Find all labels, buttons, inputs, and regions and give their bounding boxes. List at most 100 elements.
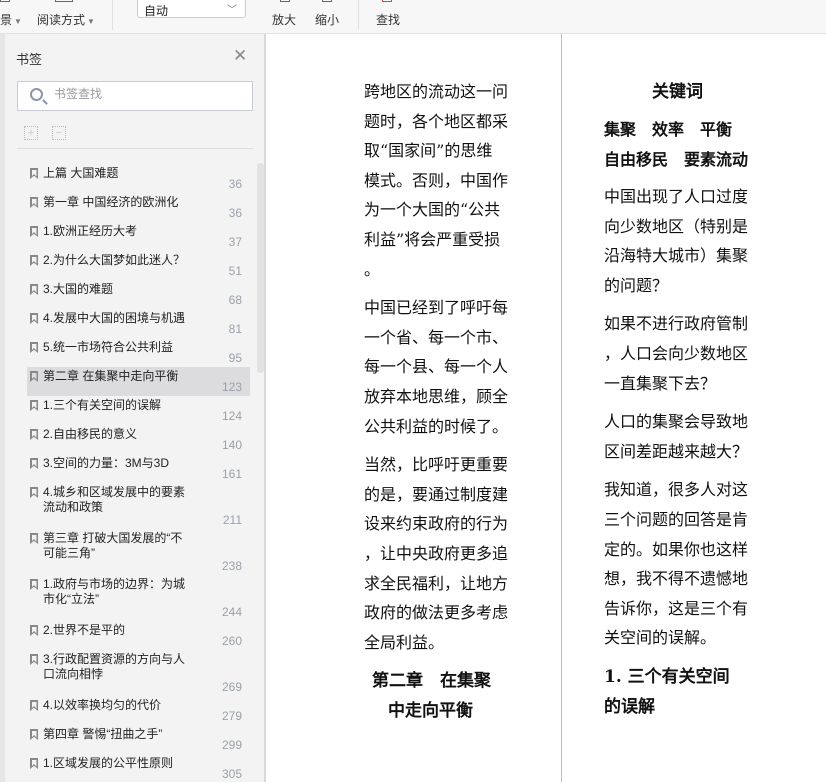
keyword-line: 集聚 效率 平衡 [604, 120, 733, 139]
bookmark-page: 161 [221, 467, 242, 481]
text-line: 全局利益。 [364, 632, 445, 652]
zoom-in-icon [280, 0, 290, 2]
bookmark-label: 2.自由移民的意义 [43, 427, 138, 441]
bookmark-item[interactable]: 4.以效率换均匀的代价 279 [27, 696, 250, 725]
bookmark-item[interactable]: 1.政府与市场的边界：为城市化“立法” 244 [27, 575, 250, 621]
text-line: 为一个大国的“公共 [364, 200, 501, 220]
bookmark-label: 1.三个有关空间的误解 [43, 398, 162, 412]
search-icon [382, 0, 392, 2]
bookmark-page: 238 [221, 559, 242, 573]
zoom-in-button[interactable]: 放大 [272, 11, 296, 28]
text-line: 一直集聚下去？ [604, 373, 717, 393]
bookmark-icon [30, 533, 38, 544]
bookmark-label: 4.以效率换均匀的代价 [43, 698, 162, 712]
chapter-heading: 中走向平衡 [388, 701, 473, 722]
close-icon[interactable]: ✕ [233, 46, 247, 66]
bookmark-item[interactable]: 4.发展中大国的困境与机遇 81 [27, 309, 250, 338]
expand-all-icon[interactable]: + [24, 126, 38, 140]
bookmark-page: 37 [228, 235, 242, 249]
bookmark-icon [30, 226, 38, 237]
reading-mode-icon [55, 0, 73, 2]
bookmark-item[interactable]: 3.空间的力量：3M与3D 161 [27, 454, 250, 483]
text-line: 想，我不得不遗憾地 [604, 569, 749, 589]
bookmark-item[interactable]: 1.区域发展的公平性原则 305 [27, 754, 250, 783]
bookmark-label: 上篇 大国难题 [43, 166, 119, 180]
bookmark-label: 3.空间的力量：3M与3D [43, 456, 170, 470]
bookmark-page: 299 [221, 738, 242, 752]
bookmark-search[interactable] [17, 81, 253, 111]
bookmark-label: 第四章 警惕“扭曲之手” [43, 727, 163, 741]
text-line: 设来约束政府的行为 [364, 514, 509, 534]
paragraph: 中国出现了人口过度 向少数地区（特别是 沿海特大城市）集聚 的问题？ [604, 182, 748, 300]
bookmark-item[interactable]: 2.为什么大国梦如此迷人？ 51 [27, 251, 250, 280]
text-line: 放弃本地思维，顾全 [364, 386, 509, 406]
bookmark-item[interactable]: 第一章 中国经济的欧洲化 36 [27, 193, 250, 222]
reading-mode-menu[interactable]: 阅读方式 ▼ [37, 11, 95, 28]
chevron-down-icon: ﹀ [227, 5, 237, 16]
text-line: 人口的集聚会导致地 [604, 412, 749, 432]
text-line: 的问题？ [604, 275, 669, 295]
text-line: 我知道，很多人对这 [604, 480, 749, 500]
zoom-select[interactable]: 自动 ﹀ [137, 0, 246, 18]
view-menu[interactable]: 景 ▼ [0, 11, 22, 28]
bookmark-page: 81 [228, 322, 242, 336]
bookmark-icon [30, 371, 38, 382]
view-label: 景 [0, 13, 13, 27]
bookmark-item[interactable]: 5.统一市场符合公共利益 95 [27, 338, 250, 367]
bookmark-page: 305 [221, 767, 242, 781]
collapse-all-icon[interactable]: − [52, 126, 66, 140]
bookmark-icon [30, 458, 38, 469]
bookmark-page: 124 [221, 409, 242, 423]
reading-mode-label: 阅读方式 [37, 13, 86, 27]
toolbar-divider [112, 0, 113, 30]
bookmark-item[interactable]: 1.欧洲正经历大考 37 [27, 222, 250, 251]
bookmark-label: 4.城乡和区域发展中的要素流动和政策 [43, 485, 186, 514]
bookmark-icon [30, 758, 38, 769]
text-line: 公共利益的时候了。 [364, 416, 509, 436]
bookmark-icon [30, 400, 38, 411]
paragraph: 我知道，很多人对这 三个问题的回答是肯 定的。如果你也这样 想，我不得不遗憾地 告诉你，… [604, 475, 748, 653]
paragraph: 中国已经到了呼吁每 一个省、每一个市、 每一个县、每一个人 放弃本地思维，顾全 公共利益… [364, 293, 508, 441]
text-line: 如果不进行政府管制 [604, 314, 749, 334]
bookmark-page: 51 [228, 264, 242, 278]
bookmark-item[interactable]: 4.城乡和区域发展中的要素流动和政策 211 [27, 483, 250, 529]
sidebar-title: 书签 [16, 52, 43, 67]
caret-down-icon: ▼ [14, 17, 22, 26]
text-line: 沿海特大城市）集聚 [604, 246, 749, 266]
bookmark-label: 3.大国的难题 [43, 282, 114, 296]
bookmark-label: 1.区域发展的公平性原则 [43, 756, 174, 770]
bookmark-item[interactable]: 3.大国的难题 68 [27, 280, 250, 309]
bookmark-icon [30, 487, 38, 498]
bookmark-search-input[interactable] [54, 87, 244, 101]
document-view: 跨地区的流动这一问 题时，各个地区都采 取“国家间”的思维 模式。否则，中国作 为一个大… [268, 34, 826, 782]
bookmark-item[interactable]: 第三章 打破大国发展的“不可能三角” 238 [27, 529, 250, 575]
keywords-title: 关键词 [652, 82, 703, 102]
text-line: 向少数地区（特别是 [604, 216, 749, 236]
bookmark-item[interactable]: 3.行政配置资源的方向与人口流向相悖 269 [27, 650, 250, 696]
bookmark-label: 第二章 在集聚中走向平衡 [43, 369, 179, 383]
view-icon[interactable] [0, 0, 10, 2]
bookmark-item[interactable]: 1.三个有关空间的误解 124 [27, 396, 250, 425]
paragraph: 如果不进行政府管制 ，人口会向少数地区 一直集聚下去？ [604, 309, 748, 398]
bookmark-icon [30, 625, 38, 636]
scrollbar[interactable] [257, 163, 264, 373]
bookmark-page: 36 [228, 177, 242, 191]
bookmark-item[interactable]: 第四章 警惕“扭曲之手” 299 [27, 725, 250, 754]
bookmark-list: 上篇 大国难题 36 第一章 中国经济的欧洲化 36 1.欧洲正经历大考 37 2.为什么大… [27, 164, 250, 783]
bookmark-sidebar: 书签 ✕ + − 上篇 大国难题 36 第一章 中国经济的欧洲化 36 1.欧洲正经历大… [0, 34, 266, 782]
bookmark-item[interactable]: 2.世界不是平的 260 [27, 621, 250, 650]
paragraph: 人口的集聚会导致地 区间差距越来越大？ [604, 407, 748, 466]
bookmark-item[interactable]: 2.自由移民的意义 140 [27, 425, 250, 454]
zoom-out-button[interactable]: 缩小 [315, 11, 339, 28]
bookmark-item[interactable]: 上篇 大国难题 36 [27, 164, 250, 193]
bookmark-item[interactable]: 第二章 在集聚中走向平衡 123 [27, 367, 250, 396]
caret-down-icon: ▼ [87, 17, 95, 26]
toolbar: 景 ▼ 阅读方式 ▼ 自动 ﹀ 放大 缩小 查找 [0, 0, 826, 34]
zoom-out-icon [322, 0, 332, 2]
bookmark-page: 211 [222, 513, 242, 527]
page-right: 关键词 集聚 效率 平衡 自由移民 要素流动 中国出现了人口过度 向少数地区（特别是 沿海… [604, 77, 748, 722]
search-icon [30, 88, 43, 101]
bookmark-icon [30, 197, 38, 208]
find-button[interactable]: 查找 [376, 11, 400, 28]
bookmark-label: 第一章 中国经济的欧洲化 [43, 195, 179, 209]
